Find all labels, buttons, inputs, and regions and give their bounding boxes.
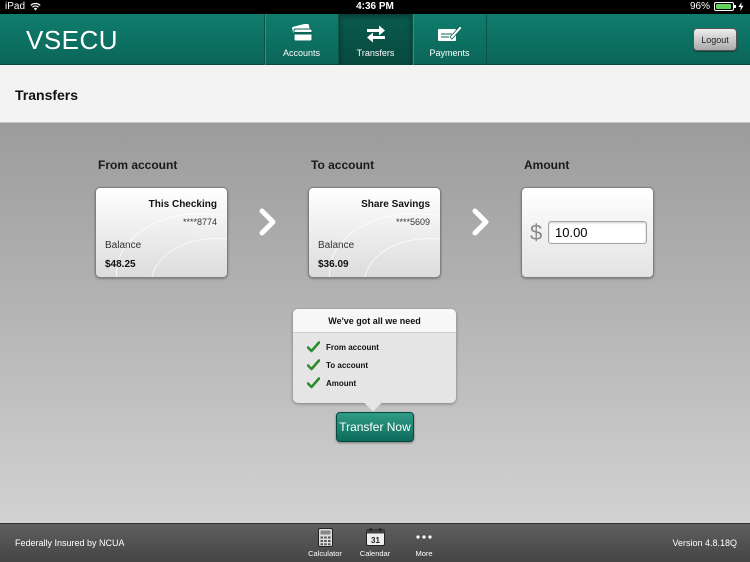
nav-transfers[interactable]: Transfers bbox=[339, 14, 413, 65]
amount-input[interactable]: 10.00 bbox=[548, 221, 647, 244]
transfer-arrows-icon bbox=[366, 25, 385, 43]
battery-icon bbox=[714, 2, 736, 11]
page-title: Transfers bbox=[15, 87, 79, 103]
to-balance-label: Balance bbox=[318, 240, 355, 251]
accounts-card-icon bbox=[291, 24, 312, 42]
calendar-label: Calendar bbox=[359, 549, 391, 558]
checklist-popup: We've got all we need From account To ac… bbox=[293, 309, 456, 412]
chevron-right-icon bbox=[259, 208, 276, 236]
calendar-button[interactable]: 31 Calendar bbox=[356, 527, 394, 558]
title-bar: Transfers bbox=[0, 65, 750, 123]
checkmark-icon bbox=[307, 359, 320, 371]
app-version: Version 4.8.18Q bbox=[672, 538, 737, 548]
transfer-panel: From account To account Amount This Chec… bbox=[0, 123, 750, 523]
chevron-right-icon bbox=[472, 208, 489, 236]
checkmark-icon bbox=[307, 377, 320, 389]
app-header: VSECU Accounts Transfers Payments Logout bbox=[0, 14, 750, 65]
check-pen-icon bbox=[437, 25, 463, 41]
footer-bar: Federally Insured by NCUA Calculator 31 … bbox=[0, 523, 750, 562]
transfer-now-button[interactable]: Transfer Now bbox=[336, 412, 414, 442]
from-account-heading: From account bbox=[98, 158, 178, 172]
nav-payments[interactable]: Payments bbox=[413, 14, 487, 65]
to-account-card[interactable]: Share Savings ****5609 Balance $36.09 bbox=[308, 187, 441, 278]
checklist-item: Amount bbox=[307, 377, 356, 389]
more-label: More bbox=[415, 549, 433, 558]
nav-accounts[interactable]: Accounts bbox=[265, 14, 339, 65]
more-button[interactable]: More bbox=[407, 527, 441, 558]
charging-icon bbox=[738, 2, 744, 11]
checklist-item: From account bbox=[307, 341, 379, 353]
nav-accounts-label: Accounts bbox=[282, 48, 321, 58]
to-account-number: ****5609 bbox=[395, 217, 430, 227]
amount-card: $ 10.00 bbox=[521, 187, 654, 278]
checkmark-icon bbox=[307, 341, 320, 353]
from-account-number: ****8774 bbox=[182, 217, 217, 227]
more-dots-icon bbox=[416, 535, 432, 539]
calendar-icon: 31 bbox=[365, 528, 385, 546]
checklist-item-label: To account bbox=[326, 360, 369, 370]
amount-heading: Amount bbox=[524, 158, 570, 172]
from-balance-label: Balance bbox=[105, 240, 142, 251]
svg-text:31: 31 bbox=[371, 536, 380, 545]
ncua-insured-text: Federally Insured by NCUA bbox=[15, 538, 125, 548]
vsecu-logo: VSECU bbox=[26, 25, 119, 55]
calculator-icon bbox=[317, 527, 333, 547]
logout-button[interactable]: Logout bbox=[693, 28, 737, 51]
to-balance-value: $36.09 bbox=[318, 259, 349, 270]
to-account-name: Share Savings bbox=[361, 199, 430, 210]
from-account-name: This Checking bbox=[148, 199, 217, 210]
dollar-sign: $ bbox=[530, 220, 543, 245]
from-balance-value: $48.25 bbox=[105, 259, 136, 270]
battery-percent: 96% bbox=[689, 1, 710, 12]
checklist-item-label: Amount bbox=[326, 378, 357, 388]
nav-transfers-label: Transfers bbox=[356, 48, 395, 58]
from-account-card[interactable]: This Checking ****8774 Balance $48.25 bbox=[95, 187, 228, 278]
main-nav: Accounts Transfers Payments bbox=[264, 14, 487, 65]
calculator-button[interactable]: Calculator bbox=[306, 527, 344, 558]
checklist-title: We've got all we need bbox=[293, 309, 456, 333]
to-account-heading: To account bbox=[311, 158, 375, 172]
status-time: 4:36 PM bbox=[356, 1, 394, 12]
checklist-item: To account bbox=[307, 359, 368, 371]
status-bar: iPad 4:36 PM 96% bbox=[0, 0, 750, 14]
calculator-label: Calculator bbox=[308, 549, 342, 558]
nav-payments-label: Payments bbox=[429, 48, 470, 58]
checklist-item-label: From account bbox=[326, 342, 379, 352]
